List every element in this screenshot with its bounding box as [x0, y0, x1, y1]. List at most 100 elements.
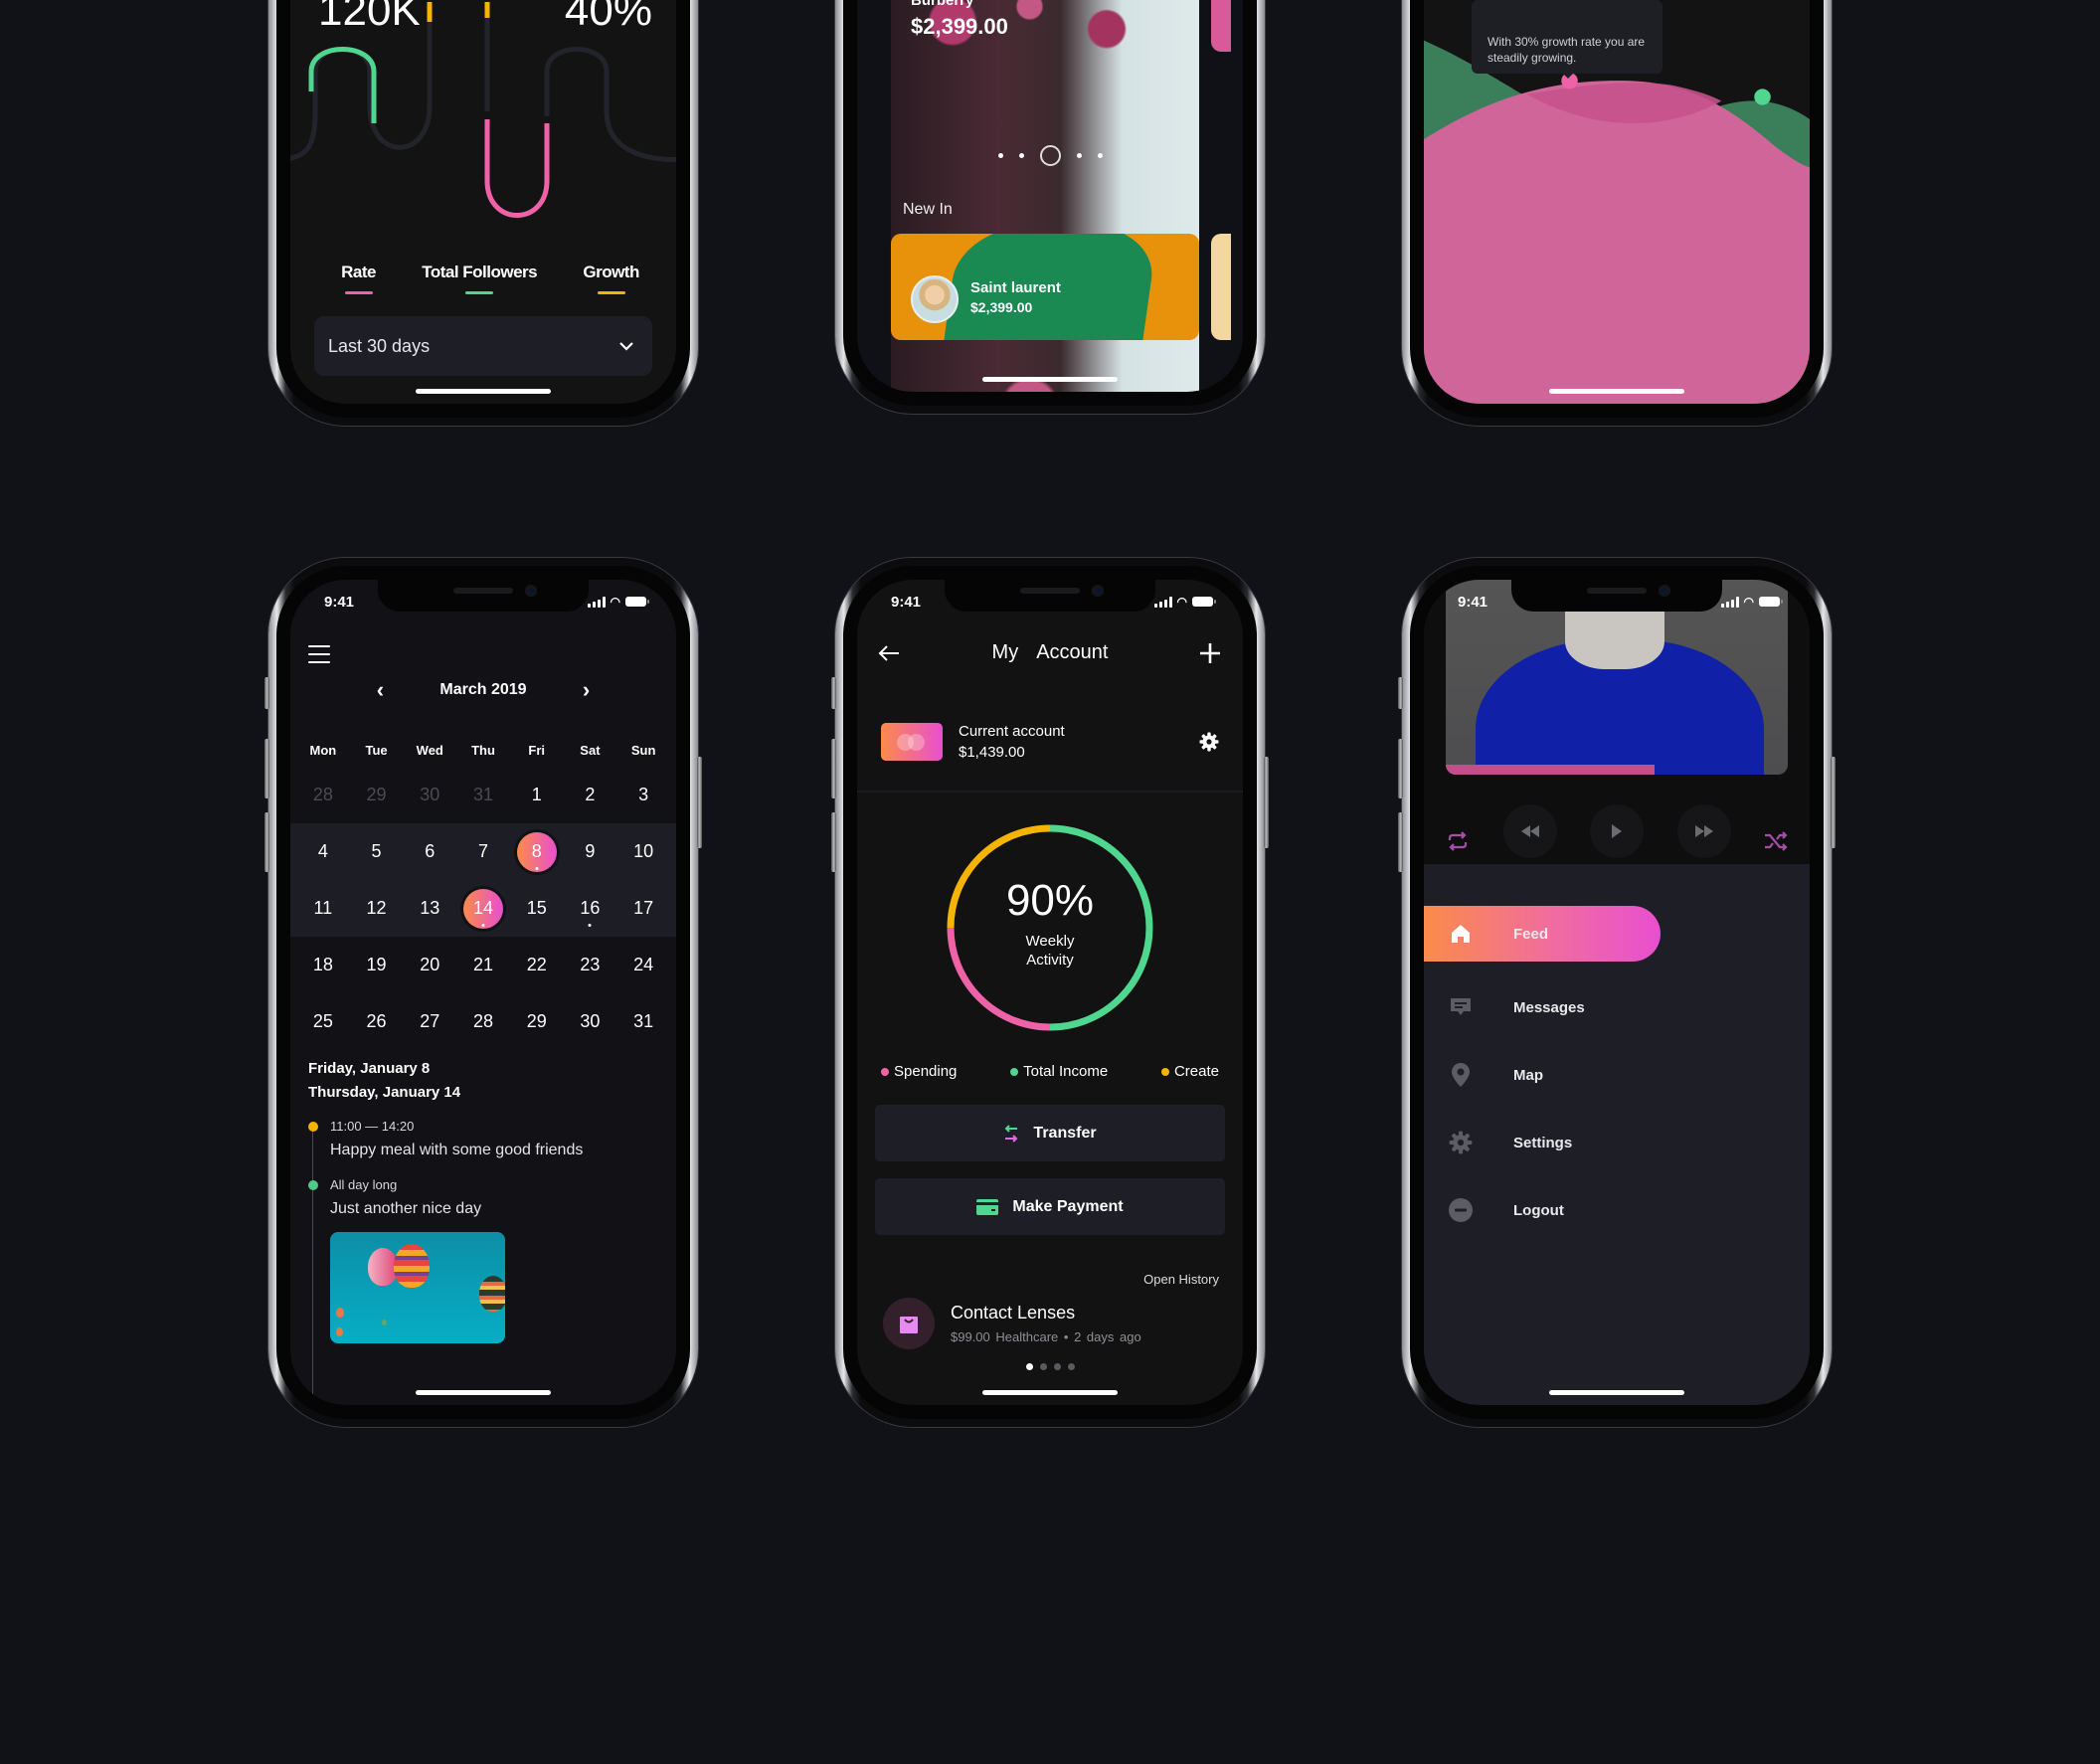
repeat-icon[interactable]: [1446, 831, 1470, 851]
calendar-day[interactable]: 11: [296, 898, 350, 919]
gear-icon[interactable]: [1199, 732, 1219, 752]
hero-product-card[interactable]: Burberry $2,399.00: [891, 0, 1199, 52]
calendar-day[interactable]: 18: [296, 955, 350, 975]
calendar-day[interactable]: 28: [296, 785, 350, 805]
menu-item-messages[interactable]: Messages: [1424, 973, 1810, 1041]
calendar-day[interactable]: 17: [616, 898, 670, 919]
phone-calendar: 9:41 ◠ ‹ March 2019 › Mon Tue Wed Thu Fri Sat…: [264, 558, 702, 1427]
calendar-day[interactable]: 23: [564, 955, 617, 975]
home-indicator: [416, 1390, 551, 1395]
play-button[interactable]: [1590, 804, 1644, 858]
pager-dot-active[interactable]: [1025, 1363, 1033, 1370]
event-item[interactable]: 11:00 — 14:20 Happy meal with some good …: [308, 1119, 658, 1159]
activity-label-2: Activity: [1026, 952, 1074, 969]
calendar-day[interactable]: 15: [510, 898, 564, 919]
menu-item-settings[interactable]: Settings: [1424, 1109, 1810, 1176]
calendar-day[interactable]: 26: [350, 1011, 404, 1032]
prev-month-button[interactable]: ‹: [320, 677, 439, 703]
calendar-day[interactable]: 25: [296, 1011, 350, 1032]
new-in-product-card[interactable]: Saint laurent $2,399.00: [891, 234, 1199, 340]
card-icon: [881, 723, 943, 761]
calendar-day[interactable]: 24: [616, 955, 670, 975]
calendar-day[interactable]: 30: [564, 1011, 617, 1032]
phone-menu: 9:41 ◠ Feed Messages Map Settings Logout: [1398, 558, 1836, 1427]
timeline-line: [312, 1127, 313, 1405]
growth-color-bar: [597, 291, 625, 294]
calendar-day[interactable]: 21: [456, 955, 510, 975]
volume-down-button: [264, 812, 269, 872]
pager-dot[interactable]: [1053, 1363, 1061, 1370]
pager-dot[interactable]: [1097, 153, 1103, 158]
calendar-day[interactable]: 16: [564, 898, 617, 927]
pager-dot-active[interactable]: [1039, 145, 1061, 166]
calendar-day[interactable]: 3: [616, 785, 670, 805]
calendar-day[interactable]: 31: [616, 1011, 670, 1032]
calendar-day[interactable]: 12: [350, 898, 404, 919]
month-navigator: ‹ March 2019 ›: [290, 677, 676, 703]
calendar-day[interactable]: 31: [456, 785, 510, 805]
next-product-card-peek[interactable]: [1211, 0, 1231, 52]
calendar-day[interactable]: 20: [403, 955, 456, 975]
event-photo-balloons[interactable]: [330, 1232, 505, 1343]
open-history-link[interactable]: Open History: [1143, 1272, 1219, 1287]
account-row[interactable]: Current account $1,439.00: [881, 721, 1219, 763]
calendar-day[interactable]: 1: [510, 785, 564, 805]
calendar-day-selected[interactable]: 8: [510, 831, 564, 872]
calendar-day[interactable]: 9: [564, 841, 617, 862]
pager-dot[interactable]: [1039, 1363, 1047, 1370]
event-bullet: [308, 1122, 318, 1132]
plus-icon[interactable]: [1199, 642, 1221, 664]
menu-item-map[interactable]: Map: [1424, 1041, 1810, 1109]
shuffle-icon[interactable]: [1764, 831, 1788, 851]
message-icon: [1451, 998, 1471, 1015]
transfer-button[interactable]: Transfer: [875, 1105, 1225, 1161]
legend-rate[interactable]: Rate: [341, 263, 376, 294]
fast-forward-button[interactable]: [1676, 804, 1731, 858]
gear-icon: [1449, 1131, 1473, 1154]
menu-item-logout[interactable]: Logout: [1424, 1176, 1810, 1244]
calendar-day[interactable]: 10: [616, 841, 670, 862]
video-progress-bar[interactable]: [1446, 765, 1655, 775]
pager-dot[interactable]: [1018, 153, 1024, 158]
calendar-day[interactable]: 13: [403, 898, 456, 919]
calendar-day[interactable]: 6: [403, 841, 456, 862]
pager-dot[interactable]: [1067, 1363, 1075, 1370]
calendar-day[interactable]: 4: [296, 841, 350, 862]
next-new-card-peek[interactable]: [1211, 234, 1231, 340]
calendar-day[interactable]: 7: [456, 841, 510, 862]
calendar-day[interactable]: 28: [456, 1011, 510, 1032]
calendar-day[interactable]: 29: [350, 785, 404, 805]
pager-dot[interactable]: [1076, 153, 1082, 158]
account-balance: $1,439.00: [959, 744, 1025, 761]
transaction-amount: $99.00: [951, 1329, 990, 1344]
pager-dot[interactable]: [997, 153, 1003, 158]
legend-growth[interactable]: Growth: [583, 263, 639, 294]
calendar-day-selected[interactable]: 14: [456, 888, 510, 929]
calendar-day[interactable]: 29: [510, 1011, 564, 1032]
calendar-day[interactable]: 2: [564, 785, 617, 805]
calendar-day[interactable]: 19: [350, 955, 404, 975]
legend-total-followers[interactable]: Total Followers: [422, 263, 538, 294]
calendar-day[interactable]: 22: [510, 955, 564, 975]
menu-item-feed[interactable]: Feed: [1424, 906, 1661, 962]
nav-bar: My Account: [877, 641, 1221, 664]
next-month-button[interactable]: ›: [527, 677, 646, 703]
transaction-row[interactable]: Contact Lenses $99.00 Healthcare • 2 day…: [883, 1298, 1219, 1349]
phone-shop: Burberry $2,399.00 New In Saint laurent …: [835, 0, 1265, 414]
status-time: 9:41: [1458, 593, 1488, 611]
weekday-label: Tue: [365, 742, 388, 758]
menu-icon[interactable]: [308, 645, 330, 663]
calendar-day[interactable]: 27: [403, 1011, 456, 1032]
divider: [857, 791, 1243, 793]
back-arrow-icon[interactable]: [877, 644, 901, 662]
weekday-label: Fri: [528, 742, 546, 758]
transaction-name: Contact Lenses: [951, 1303, 1076, 1323]
calendar-day[interactable]: 5: [350, 841, 404, 862]
make-payment-button[interactable]: Make Payment: [875, 1178, 1225, 1235]
event-item[interactable]: All day long Just another nice day: [308, 1177, 658, 1218]
rewind-button[interactable]: [1502, 804, 1557, 858]
battery-icon: [1759, 597, 1783, 607]
period-select[interactable]: Last 30 days: [314, 316, 652, 376]
calendar-day[interactable]: 30: [403, 785, 456, 805]
data-point-green[interactable]: [1754, 88, 1771, 105]
